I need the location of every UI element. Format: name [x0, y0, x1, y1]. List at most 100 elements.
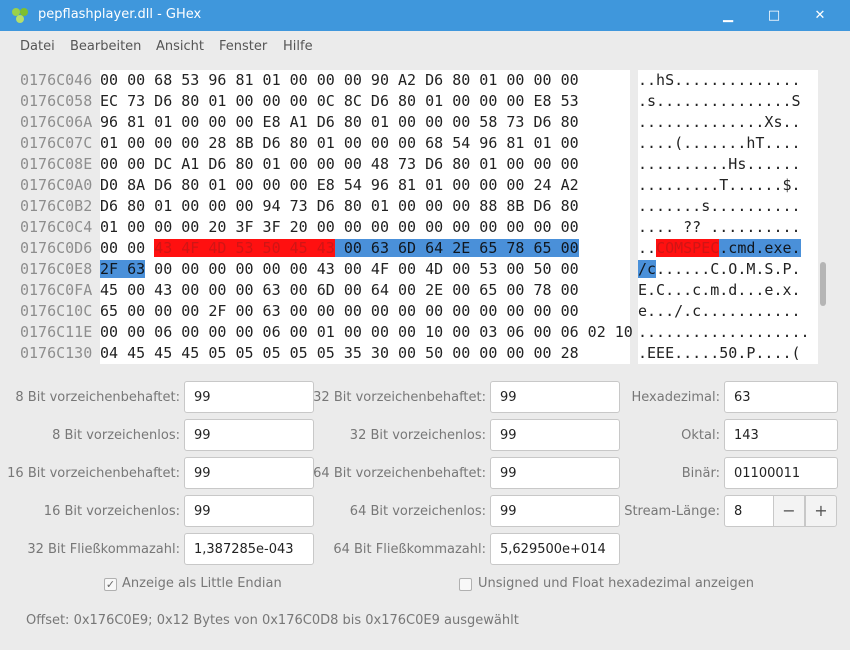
field-16bit-unsigned[interactable]: 99 [184, 495, 314, 527]
ascii-text[interactable]: ..hS.............. [638, 70, 818, 91]
ascii-text[interactable]: ..COMSPEC.cmd.exe. [638, 238, 818, 259]
little-endian-checkbox[interactable]: ✓ [104, 578, 117, 591]
row-offset: 0176C058 [20, 92, 93, 110]
check-icon: ✓ [105, 578, 116, 591]
field-16bit-signed[interactable]: 99 [184, 457, 314, 489]
hex-row[interactable]: 0176C10C 65 00 00 00 2F 00 63 00 00 00 00… [12, 301, 818, 322]
close-button[interactable]: ✕ [797, 0, 843, 31]
little-endian-label[interactable]: Anzeige als Little Endian [122, 576, 282, 591]
maximize-button[interactable]: □ [751, 0, 797, 31]
field-64bit-unsigned[interactable]: 99 [490, 495, 620, 527]
hex-bytes[interactable]: 2F 63 00 00 00 00 00 00 43 00 4F 00 4D 0… [100, 259, 630, 280]
hex-segment[interactable]: 00 00 [100, 239, 154, 257]
hex-row[interactable]: 0176C07C 01 00 00 00 28 8B D6 80 01 00 00… [12, 133, 818, 154]
hex-bytes[interactable]: 04 45 45 45 05 05 05 05 05 35 30 00 50 0… [100, 343, 630, 364]
hex-row[interactable]: 0176C06A 96 81 01 00 00 00 E8 A1 D6 80 01… [12, 112, 818, 133]
ascii-text[interactable]: /c......C.O.M.S.P. [638, 259, 818, 280]
hex-bytes[interactable]: 00 00 43 4F 4D 53 50 45 43 00 63 6D 64 2… [100, 238, 630, 259]
menu-ansicht[interactable]: Ansicht [156, 39, 204, 54]
menu-bearbeiten[interactable]: Bearbeiten [70, 39, 141, 54]
menu-fenster[interactable]: Fenster [219, 39, 267, 54]
hex-segment[interactable]: 00 00 00 00 00 00 43 00 4F 00 4D 00 53 0… [145, 260, 578, 278]
ascii-text[interactable]: e.../.c........... [638, 301, 818, 322]
field-32bit-float[interactable]: 1,387285e-043 [184, 533, 314, 565]
ascii-segment[interactable]: ......C.O.M.S.P. [656, 260, 801, 278]
field-64bit-float[interactable]: 5,629500e+014 [490, 533, 620, 565]
hex-bytes[interactable]: D6 80 01 00 00 00 94 73 D6 80 01 00 00 0… [100, 196, 630, 217]
hex-row[interactable]: 0176C0C4 01 00 00 00 20 3F 3F 20 00 00 00… [12, 217, 818, 238]
hex-bytes[interactable]: 01 00 00 00 20 3F 3F 20 00 00 00 00 00 0… [100, 217, 630, 238]
label-32bit-signed: 32 Bit vorzeichenbehaftet: [313, 390, 486, 405]
ascii-selection-secondary[interactable]: .cmd.exe. [719, 239, 801, 257]
hex-scrollbar[interactable] [820, 262, 826, 306]
ghex-window: pepflashplayer.dll - GHex ▁ □ ✕ Datei Be… [0, 0, 850, 650]
field-octal[interactable]: 143 [724, 419, 838, 451]
menu-datei[interactable]: Datei [20, 39, 55, 54]
ascii-text[interactable]: ....(.......hT.... [638, 133, 818, 154]
stream-length-decrement-button[interactable]: − [773, 495, 805, 527]
hex-selection-secondary[interactable]: 2F 63 [100, 260, 146, 278]
row-offset: 0176C0D6 [20, 239, 93, 257]
hex-row[interactable]: 0176C08E 00 00 DC A1 D6 80 01 00 00 00 48… [12, 154, 818, 175]
stream-length-increment-button[interactable]: + [805, 495, 837, 527]
ascii-text[interactable]: .... ?? .......... [638, 217, 818, 238]
ascii-segment[interactable]: .. [638, 239, 656, 257]
label-16bit-unsigned: 16 Bit vorzeichenlos: [43, 504, 180, 519]
hex-bytes[interactable]: 00 00 06 00 00 00 06 00 01 00 00 00 10 0… [100, 322, 633, 343]
row-offset: 0176C0B2 [20, 197, 93, 215]
unsigned-float-hex-label[interactable]: Unsigned und Float hexadezimal anzeigen [478, 576, 754, 591]
hex-bytes[interactable]: 45 00 43 00 00 00 63 00 6D 00 64 00 2E 0… [100, 280, 630, 301]
label-hexadecimal: Hexadezimal: [631, 390, 720, 405]
hex-row[interactable]: 0176C058 EC 73 D6 80 01 00 00 00 0C 8C D6… [12, 91, 818, 112]
hex-row[interactable]: 0176C0A0 D0 8A D6 80 01 00 00 00 E8 54 96… [12, 175, 818, 196]
ascii-text[interactable]: E.C...c.m.d...e.x. [638, 280, 818, 301]
ascii-text[interactable]: .........T......$. [638, 175, 818, 196]
hex-bytes[interactable]: 01 00 00 00 28 8B D6 80 01 00 00 00 68 5… [100, 133, 630, 154]
hex-bytes[interactable]: 00 00 DC A1 D6 80 01 00 00 00 48 73 D6 8… [100, 154, 630, 175]
title-bar[interactable]: pepflashplayer.dll - GHex ▁ □ ✕ [0, 0, 850, 31]
ascii-text[interactable]: ..........Hs...... [638, 154, 818, 175]
row-offset: 0176C0C4 [20, 218, 93, 236]
ascii-text[interactable]: .......s.......... [638, 196, 818, 217]
status-bar: Offset: 0x176C0E9; 0x12 Bytes von 0x176C… [26, 613, 519, 628]
hex-row[interactable]: 0176C0E8 2F 63 00 00 00 00 00 00 43 00 4F… [12, 259, 818, 280]
ascii-text[interactable]: ................... [638, 322, 818, 343]
hex-bytes[interactable]: EC 73 D6 80 01 00 00 00 0C 8C D6 80 01 0… [100, 91, 630, 112]
maximize-icon: □ [767, 8, 781, 23]
field-64bit-signed[interactable]: 99 [490, 457, 620, 489]
label-stream-length: Stream-Länge: [624, 504, 720, 519]
field-8bit-signed[interactable]: 99 [184, 381, 314, 413]
field-binary[interactable]: 01100011 [724, 457, 838, 489]
plus-icon: + [814, 501, 828, 520]
stream-length-input[interactable]: 8 [724, 495, 774, 527]
ascii-text[interactable]: .s...............S [638, 91, 818, 112]
hex-bytes[interactable]: 96 81 01 00 00 00 E8 A1 D6 80 01 00 00 0… [100, 112, 630, 133]
label-binary: Binär: [681, 466, 720, 481]
field-32bit-unsigned[interactable]: 99 [490, 419, 620, 451]
hex-selection-secondary[interactable]: 00 63 6D 64 2E 65 78 65 00 [334, 239, 579, 257]
field-hexadecimal[interactable]: 63 [724, 381, 838, 413]
minimize-button[interactable]: ▁ [705, 0, 751, 31]
ascii-text[interactable]: .EEE.....50.P....( [638, 343, 818, 364]
label-octal: Oktal: [681, 428, 720, 443]
hex-bytes[interactable]: D0 8A D6 80 01 00 00 00 E8 54 96 81 01 0… [100, 175, 630, 196]
hex-bytes[interactable]: 00 00 68 53 96 81 01 00 00 00 90 A2 D6 8… [100, 70, 630, 91]
hex-row[interactable]: 0176C0D6 00 00 43 4F 4D 53 50 45 43 00 63… [12, 238, 818, 259]
label-64bit-unsigned: 64 Bit vorzeichenlos: [349, 504, 486, 519]
menu-hilfe[interactable]: Hilfe [283, 39, 313, 54]
hex-row[interactable]: 0176C11E 00 00 06 00 00 00 06 00 01 00 00… [12, 322, 818, 343]
label-16bit-signed: 16 Bit vorzeichenbehaftet: [7, 466, 180, 481]
hex-row[interactable]: 0176C130 04 45 45 45 05 05 05 05 05 35 30… [12, 343, 818, 364]
hex-row[interactable]: 0176C0B2 D6 80 01 00 00 00 94 73 D6 80 01… [12, 196, 818, 217]
ascii-selection-primary[interactable]: COMSPEC [656, 239, 720, 257]
hex-bytes[interactable]: 65 00 00 00 2F 00 63 00 00 00 00 00 00 0… [100, 301, 630, 322]
ascii-selection-secondary[interactable]: /c [638, 260, 657, 278]
hex-selection-primary[interactable]: 43 4F 4D 53 50 45 43 [154, 239, 335, 257]
hex-row[interactable]: 0176C0FA 45 00 43 00 00 00 63 00 6D 00 64… [12, 280, 818, 301]
hex-row[interactable]: 0176C046 00 00 68 53 96 81 01 00 00 00 90… [12, 70, 818, 91]
ascii-text[interactable]: ..............Xs.. [638, 112, 818, 133]
unsigned-float-hex-checkbox[interactable] [459, 578, 472, 591]
hex-editor-view[interactable]: 0176C046 00 00 68 53 96 81 01 00 00 00 90… [12, 70, 818, 364]
field-8bit-unsigned[interactable]: 99 [184, 419, 314, 451]
field-32bit-signed[interactable]: 99 [490, 381, 620, 413]
